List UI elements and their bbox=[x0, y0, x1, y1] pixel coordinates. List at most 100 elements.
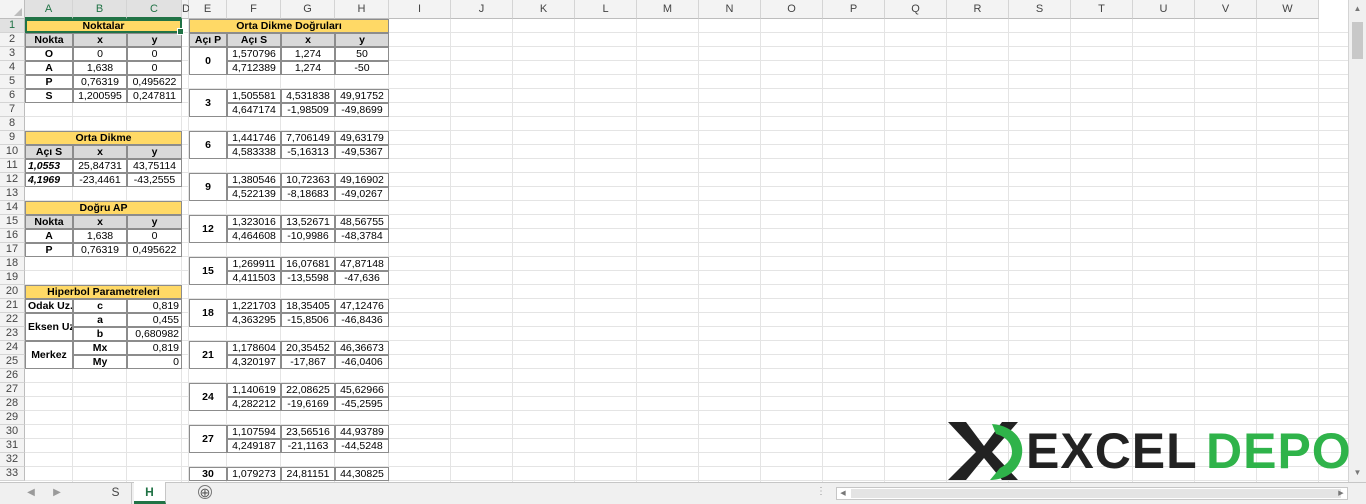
vertical-scroll-thumb[interactable] bbox=[1352, 22, 1363, 59]
orta-dikme-dogrulari-cell[interactable]: -49,8699 bbox=[335, 103, 389, 117]
row-header-19[interactable]: 19 bbox=[0, 271, 25, 285]
noktalar-cell[interactable]: 1,200595 bbox=[73, 89, 127, 103]
sheet-tab-h[interactable]: H bbox=[134, 482, 166, 504]
orta-dikme-dogrulari-cell[interactable]: 49,91752 bbox=[335, 89, 389, 103]
hiperbol-value[interactable]: 0,680982 bbox=[127, 327, 182, 341]
row-header-30[interactable]: 30 bbox=[0, 425, 25, 439]
aci-p-cell[interactable]: 24 bbox=[189, 383, 227, 411]
dogru-ap-cell[interactable]: 1,638 bbox=[73, 229, 127, 243]
orta-dikme-dogrulari-cell[interactable]: -21,1163 bbox=[281, 439, 335, 453]
noktalar-cell[interactable]: O bbox=[25, 47, 73, 61]
orta-dikme-cell[interactable]: 25,84731 bbox=[73, 159, 127, 173]
orta-dikme-dogrulari-cell[interactable]: 22,08625 bbox=[281, 383, 335, 397]
row-header-13[interactable]: 13 bbox=[0, 187, 25, 201]
aci-p-cell[interactable]: 3 bbox=[189, 89, 227, 117]
row-header-21[interactable]: 21 bbox=[0, 299, 25, 313]
column-header-r[interactable]: R bbox=[947, 0, 1009, 19]
orta-dikme-dogrulari-cell[interactable]: 45,62966 bbox=[335, 383, 389, 397]
row-header-10[interactable]: 10 bbox=[0, 145, 25, 159]
orta-dikme-dogrulari-cell[interactable]: -44,5248 bbox=[335, 439, 389, 453]
noktalar-header[interactable]: x bbox=[73, 33, 127, 47]
orta-dikme-dogrulari-cell[interactable]: 49,63179 bbox=[335, 131, 389, 145]
orta-dikme-dogrulari-cell[interactable]: -49,0267 bbox=[335, 187, 389, 201]
orta-dikme-dogrulari-cell[interactable]: 4,320197 bbox=[227, 355, 281, 369]
orta-dikme-dogrulari-cell[interactable]: 1,441746 bbox=[227, 131, 281, 145]
orta-dikme-dogrulari-cell[interactable]: 13,52671 bbox=[281, 215, 335, 229]
row-header-17[interactable]: 17 bbox=[0, 243, 25, 257]
orta-dikme-dogrulari-cell[interactable]: 1,505581 bbox=[227, 89, 281, 103]
hiperbol-label[interactable]: Odak Uz. bbox=[25, 299, 73, 313]
hiperbol-title[interactable]: Hiperbol Parametreleri bbox=[25, 285, 182, 299]
row-header-14[interactable]: 14 bbox=[0, 201, 25, 215]
orta-dikme-cell[interactable]: 4,1969 bbox=[25, 173, 73, 187]
aci-p-cell[interactable]: 15 bbox=[189, 257, 227, 285]
orta-dikme-dogrulari-cell[interactable]: 1,274 bbox=[281, 61, 335, 75]
orta-dikme-dogrulari-cell[interactable]: -1,98509 bbox=[281, 103, 335, 117]
orta-dikme-dogrulari-cell[interactable]: -15,8506 bbox=[281, 313, 335, 327]
noktalar-cell[interactable]: 1,638 bbox=[73, 61, 127, 75]
orta-dikme-dogrulari-cell[interactable]: 23,56516 bbox=[281, 425, 335, 439]
orta-dikme-dogrulari-cell[interactable]: 1,380546 bbox=[227, 173, 281, 187]
row-header-23[interactable]: 23 bbox=[0, 327, 25, 341]
orta-dikme-dogrulari-cell[interactable]: 50 bbox=[335, 47, 389, 61]
noktalar-cell[interactable]: 0,76319 bbox=[73, 75, 127, 89]
orta-dikme-dogrulari-cell[interactable]: 24,81151 bbox=[281, 467, 335, 481]
orta-dikme-dogrulari-cell[interactable]: 1,079273 bbox=[227, 467, 281, 481]
orta-dikme-dogrulari-cell[interactable]: 4,647174 bbox=[227, 103, 281, 117]
row-header-4[interactable]: 4 bbox=[0, 61, 25, 75]
hiperbol-param[interactable]: My bbox=[73, 355, 127, 369]
orta-dikme-dogrulari-header[interactable]: Açı S bbox=[227, 33, 281, 47]
column-header-d[interactable]: D bbox=[182, 0, 190, 19]
hiperbol-value[interactable]: 0 bbox=[127, 355, 182, 369]
orta-dikme-cell[interactable]: -23,4461 bbox=[73, 173, 127, 187]
row-header-24[interactable]: 24 bbox=[0, 341, 25, 355]
aci-p-cell[interactable]: 9 bbox=[189, 173, 227, 201]
orta-dikme-dogrulari-cell[interactable]: 1,178604 bbox=[227, 341, 281, 355]
row-header-6[interactable]: 6 bbox=[0, 89, 25, 103]
noktalar-cell[interactable]: P bbox=[25, 75, 73, 89]
noktalar-header[interactable]: y bbox=[127, 33, 182, 47]
orta-dikme-dogrulari-cell[interactable]: 4,282212 bbox=[227, 397, 281, 411]
orta-dikme-dogrulari-cell[interactable]: 1,107594 bbox=[227, 425, 281, 439]
orta-dikme-dogrulari-cell[interactable]: 1,269911 bbox=[227, 257, 281, 271]
dogru-ap-header[interactable]: Nokta bbox=[25, 215, 73, 229]
column-header-j[interactable]: J bbox=[451, 0, 513, 19]
dogru-ap-header[interactable]: y bbox=[127, 215, 182, 229]
orta-dikme-dogrulari-cell[interactable]: -10,9986 bbox=[281, 229, 335, 243]
row-header-12[interactable]: 12 bbox=[0, 173, 25, 187]
column-header-i[interactable]: I bbox=[389, 0, 451, 19]
row-header-20[interactable]: 20 bbox=[0, 285, 25, 299]
orta-dikme-dogrulari-cell[interactable]: -48,3784 bbox=[335, 229, 389, 243]
row-header-25[interactable]: 25 bbox=[0, 355, 25, 369]
aci-p-cell[interactable]: 0 bbox=[189, 47, 227, 75]
aci-p-cell[interactable]: 27 bbox=[189, 425, 227, 453]
dogru-ap-cell[interactable]: P bbox=[25, 243, 73, 257]
column-header-o[interactable]: O bbox=[761, 0, 823, 19]
orta-dikme-dogrulari-cell[interactable]: 4,522139 bbox=[227, 187, 281, 201]
row-header-3[interactable]: 3 bbox=[0, 47, 25, 61]
sheet-tab-s[interactable]: S bbox=[100, 482, 132, 504]
noktalar-cell[interactable]: 0,247811 bbox=[127, 89, 182, 103]
orta-dikme-dogrulari-title[interactable]: Orta Dikme Doğruları bbox=[189, 19, 389, 33]
row-header-27[interactable]: 27 bbox=[0, 383, 25, 397]
orta-dikme-header[interactable]: x bbox=[73, 145, 127, 159]
row-header-2[interactable]: 2 bbox=[0, 33, 25, 47]
orta-dikme-dogrulari-cell[interactable]: -19,6169 bbox=[281, 397, 335, 411]
orta-dikme-dogrulari-cell[interactable]: 1,221703 bbox=[227, 299, 281, 313]
column-header-v[interactable]: V bbox=[1195, 0, 1257, 19]
noktalar-cell[interactable]: 0 bbox=[127, 61, 182, 75]
row-header-28[interactable]: 28 bbox=[0, 397, 25, 411]
orta-dikme-dogrulari-cell[interactable]: 4,249187 bbox=[227, 439, 281, 453]
orta-dikme-dogrulari-cell[interactable]: 4,531838 bbox=[281, 89, 335, 103]
orta-dikme-dogrulari-cell[interactable]: 48,56755 bbox=[335, 215, 389, 229]
column-header-m[interactable]: M bbox=[637, 0, 699, 19]
column-header-l[interactable]: L bbox=[575, 0, 637, 19]
hiperbol-label[interactable]: Merkez bbox=[25, 341, 73, 369]
row-header-5[interactable]: 5 bbox=[0, 75, 25, 89]
hiperbol-value[interactable]: 0,819 bbox=[127, 341, 182, 355]
add-sheet-icon[interactable]: ⊕ bbox=[198, 485, 212, 499]
column-header-f[interactable]: F bbox=[227, 0, 281, 19]
hiperbol-value[interactable]: 0,455 bbox=[127, 313, 182, 327]
orta-dikme-dogrulari-cell[interactable]: 46,36673 bbox=[335, 341, 389, 355]
orta-dikme-dogrulari-cell[interactable]: 47,87148 bbox=[335, 257, 389, 271]
